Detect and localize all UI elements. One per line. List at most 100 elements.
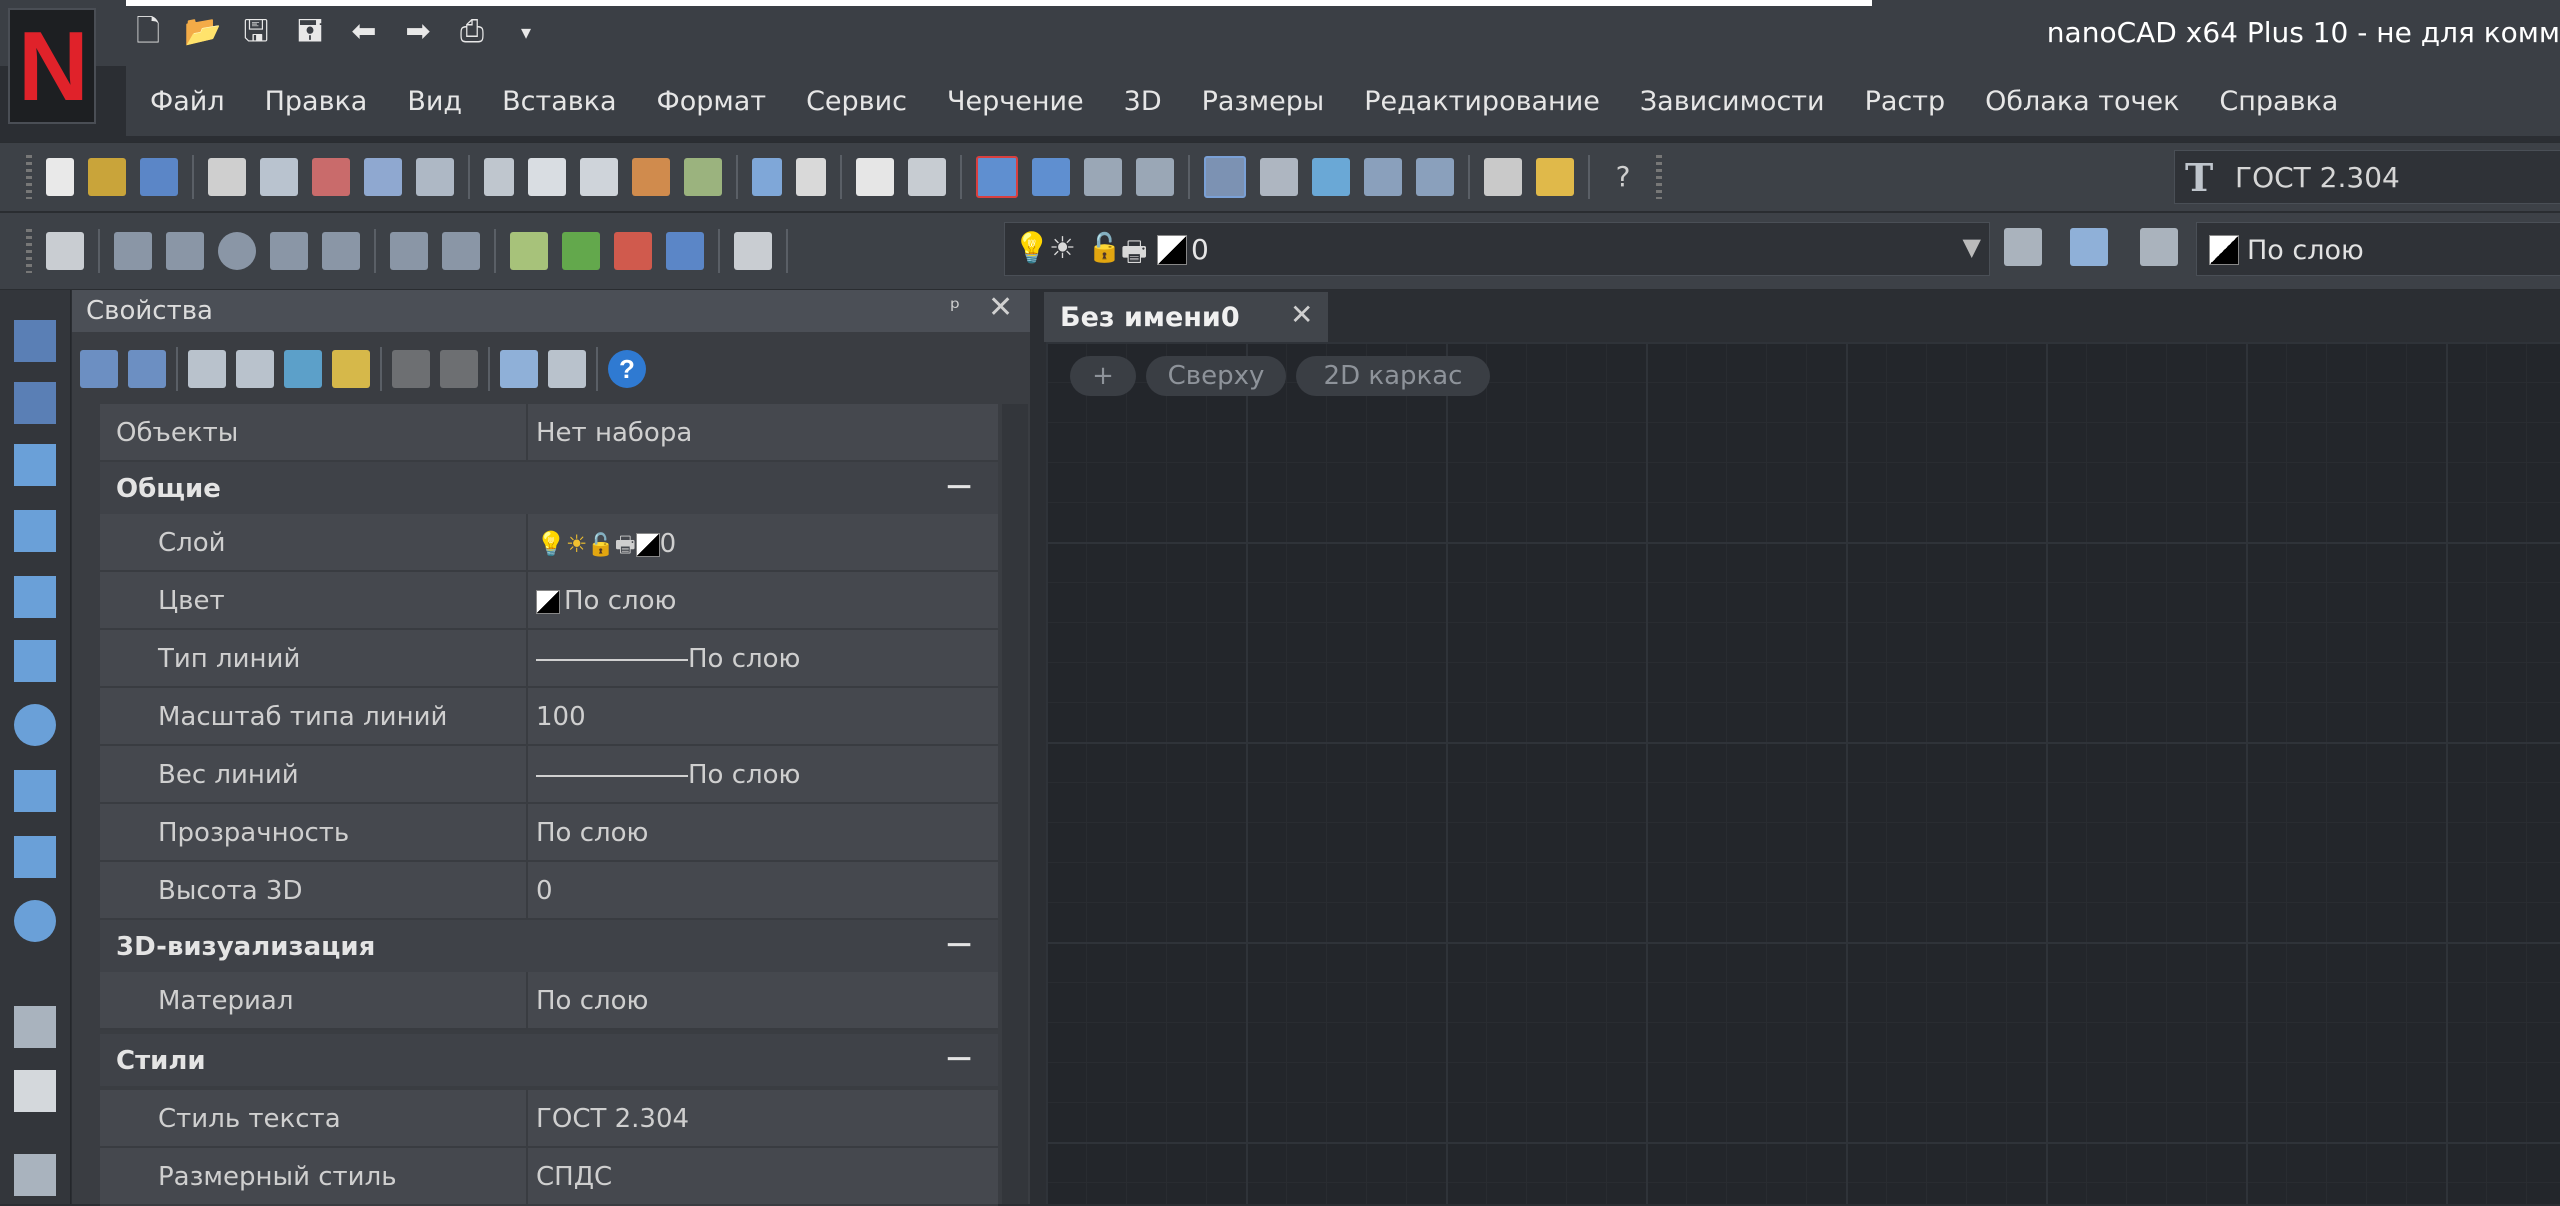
paste-icon[interactable] (580, 158, 618, 196)
publish-icon[interactable] (364, 158, 402, 196)
property-row-material[interactable]: Материал По слою (100, 972, 998, 1030)
arc-tool-icon[interactable] (14, 640, 56, 682)
menu-raster[interactable]: Растр (1865, 86, 1946, 117)
polyline-tool-icon[interactable] (14, 382, 56, 424)
redo-icon[interactable] (796, 158, 826, 196)
print-icon[interactable] (208, 158, 246, 196)
customize-arrow-icon[interactable]: ▾ (508, 14, 544, 50)
zoom-extents-icon[interactable] (1084, 158, 1122, 196)
tool-palettes-icon[interactable] (1312, 158, 1350, 196)
chevron-down-icon[interactable]: ▼ (1963, 233, 1981, 261)
circle-tool-icon[interactable] (14, 704, 56, 746)
menu-dimensions[interactable]: Размеры (1202, 86, 1325, 117)
color-combo[interactable]: По слою (2196, 222, 2560, 276)
filter-a-icon[interactable] (614, 232, 652, 270)
properties-icon[interactable] (1204, 156, 1246, 198)
select-objects-icon[interactable] (188, 350, 226, 388)
menu-service[interactable]: Сервис (806, 86, 907, 117)
print-icon[interactable]: ⎙ (454, 14, 490, 50)
property-row-linetype-scale[interactable]: Масштаб типа линий 100 (100, 688, 998, 746)
select-object-icon[interactable] (114, 232, 152, 270)
menu-file[interactable]: Файл (150, 86, 225, 117)
filter-x-icon[interactable] (562, 232, 600, 270)
copy-icon[interactable] (528, 158, 566, 196)
menu-help[interactable]: Справка (2219, 86, 2338, 117)
filter-n-icon[interactable] (666, 232, 704, 270)
batch-plot-icon[interactable] (416, 158, 454, 196)
section-general[interactable]: Общие − (100, 462, 998, 514)
open-icon[interactable] (88, 158, 126, 196)
layer-manager-icon[interactable] (46, 232, 84, 270)
paste-special-icon[interactable] (632, 158, 670, 196)
remove-from-selection-icon[interactable] (442, 232, 480, 270)
layer-state-icon[interactable] (734, 232, 772, 270)
objects-row[interactable]: Объекты Нет набора (100, 404, 998, 462)
block-edit-icon[interactable] (392, 350, 430, 388)
menu-format[interactable]: Формат (657, 86, 767, 117)
filter-p-icon[interactable] (510, 232, 548, 270)
close-icon[interactable]: ✕ (988, 290, 1013, 325)
block-attribute-icon[interactable] (440, 350, 478, 388)
select-circle-icon[interactable] (218, 232, 256, 270)
select-fence-icon[interactable] (270, 232, 308, 270)
pan-hand-icon[interactable] (856, 158, 894, 196)
command-line-icon[interactable] (1364, 158, 1402, 196)
line-tool-icon[interactable] (14, 320, 56, 362)
property-row-text-style[interactable]: Стиль текста ГОСТ 2.304 (100, 1090, 998, 1148)
print-preview-icon[interactable] (260, 158, 298, 196)
rectangle-tool-icon[interactable] (14, 576, 56, 618)
view-properties-icon[interactable] (500, 350, 538, 388)
new-icon[interactable]: 🗋 (130, 14, 166, 50)
collapse-icon[interactable]: − (944, 924, 974, 965)
make-layer-current-icon[interactable] (2004, 228, 2042, 266)
orbit-icon[interactable] (908, 158, 946, 196)
spline-tool-icon[interactable] (14, 836, 56, 878)
menu-constraints[interactable]: Зависимости (1640, 86, 1825, 117)
viewport-menu-button[interactable]: + (1070, 356, 1136, 396)
menu-modify[interactable]: Редактирование (1364, 86, 1600, 117)
menu-view[interactable]: Вид (407, 86, 462, 117)
property-row-dimension-style[interactable]: Размерный стиль СПДС (100, 1148, 998, 1206)
save-icon[interactable]: 🖫 (238, 14, 274, 50)
toggle-pickadd-icon[interactable] (128, 350, 166, 388)
undo-icon[interactable]: ⬅ (346, 14, 382, 50)
save-icon[interactable] (140, 158, 178, 196)
property-row-linetype[interactable]: Тип линий По слою (100, 630, 998, 688)
app-logo-button[interactable]: N (8, 8, 96, 124)
redo-icon[interactable]: ➡ (400, 14, 436, 50)
design-center-icon[interactable] (1260, 158, 1298, 196)
layer-combo[interactable]: 💡 ☀ 🔓 🖶 0 ▼ (1004, 222, 1990, 276)
zoom-realtime-icon[interactable] (1032, 158, 1070, 196)
property-row-lineweight[interactable]: Вес линий По слою (100, 746, 998, 804)
toolbar-grip[interactable] (26, 155, 32, 199)
menu-edit[interactable]: Правка (265, 86, 368, 117)
zoom-previous-icon[interactable] (1136, 158, 1174, 196)
property-row-color[interactable]: Цвет По слою (100, 572, 998, 630)
menu-point-clouds[interactable]: Облака точек (1985, 86, 2179, 117)
view-toggle-icon[interactable] (548, 350, 586, 388)
ellipse-tool-icon[interactable] (14, 900, 56, 942)
zoom-window-icon[interactable] (976, 156, 1018, 198)
select-window-icon[interactable] (166, 232, 204, 270)
pin-icon[interactable]: ᵖ (950, 294, 960, 322)
revision-cloud-tool-icon[interactable] (14, 770, 56, 812)
property-row-layer[interactable]: Слой 💡☀🔓🖶 0 (100, 514, 998, 572)
match-properties-icon[interactable] (684, 158, 722, 196)
property-row-transparency[interactable]: Прозрачность По слою (100, 804, 998, 862)
plot-icon[interactable] (312, 158, 350, 196)
menu-3d[interactable]: 3D (1124, 86, 1162, 117)
select-lightning-icon[interactable] (332, 350, 370, 388)
select-filter-icon[interactable] (284, 350, 322, 388)
text-style-combo[interactable]: T ГОСТ 2.304 (2174, 150, 2560, 204)
section-3d-visualization[interactable]: 3D-визуализация − (100, 920, 998, 972)
sheet-set-icon[interactable] (1416, 158, 1454, 196)
layer-isolate-icon[interactable] (2140, 228, 2178, 266)
close-icon[interactable]: ✕ (1290, 298, 1313, 331)
menu-insert[interactable]: Вставка (502, 86, 616, 117)
collapse-icon[interactable]: − (944, 1038, 974, 1079)
multiline-tool-icon[interactable] (14, 444, 56, 486)
help-icon[interactable]: ? (608, 350, 646, 388)
measure-distance-icon[interactable] (1484, 158, 1522, 196)
new-icon[interactable] (46, 158, 74, 196)
ruler-icon[interactable] (1536, 158, 1574, 196)
